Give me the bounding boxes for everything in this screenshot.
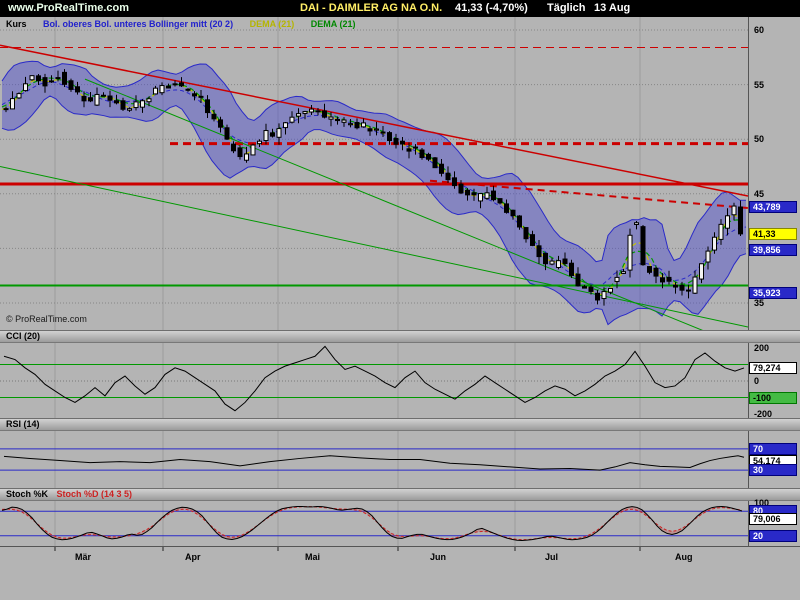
- rsi-pane-title: RSI (14): [6, 419, 40, 429]
- month-label: Apr: [185, 552, 201, 562]
- month-label: Jul: [545, 552, 559, 562]
- cci-line: [3, 345, 745, 412]
- instrument-title: DAI - DAIMLER AG NA O.N.: [300, 2, 443, 14]
- price-pane-legend: Kurs Bol. oberes Bol. unteres Bollinger …: [6, 19, 369, 29]
- rsi-pane-header[interactable]: RSI (14): [0, 418, 800, 431]
- stoch-pane-header[interactable]: Stoch %K Stoch %D (14 3 5): [0, 488, 800, 501]
- price-axis[interactable]: [748, 17, 800, 546]
- month-label: Aug: [675, 552, 693, 562]
- bollinger-legend[interactable]: Bol. oberes Bol. unteres Bollinger mitt …: [43, 19, 233, 29]
- date-label: 13 Aug: [594, 2, 631, 14]
- stoch-k-title: Stoch %K: [6, 489, 49, 499]
- dema1-legend[interactable]: DEMA (21): [250, 19, 295, 29]
- month-label: Mär: [75, 552, 92, 562]
- cci-pane-title: CCI (20): [6, 331, 41, 341]
- watermark: © ProRealTime.com: [6, 314, 87, 324]
- timeframe-label: Täglich: [547, 2, 586, 14]
- last-price-change: 41,33 (-4,70%): [455, 2, 528, 14]
- month-label: Jun: [430, 552, 447, 562]
- stoch-d-title: Stoch %D (14 3 5): [56, 489, 133, 499]
- top-status-bar: www.ProRealTime.com DAI - DAIMLER AG NA …: [0, 0, 800, 17]
- month-label: Mai: [305, 552, 321, 562]
- pane-label-kurs[interactable]: Kurs: [6, 19, 27, 29]
- rsi-line: [3, 455, 745, 471]
- app-window: www.ProRealTime.com DAI - DAIMLER AG NA …: [0, 0, 800, 600]
- chart-canvas[interactable]: [0, 0, 800, 600]
- dema2-legend[interactable]: DEMA (21): [311, 19, 356, 29]
- time-axis[interactable]: Mär Apr Mai Jun Jul Aug: [0, 546, 800, 563]
- site-link[interactable]: www.ProRealTime.com: [8, 2, 129, 14]
- cci-pane-header[interactable]: CCI (20): [0, 330, 800, 343]
